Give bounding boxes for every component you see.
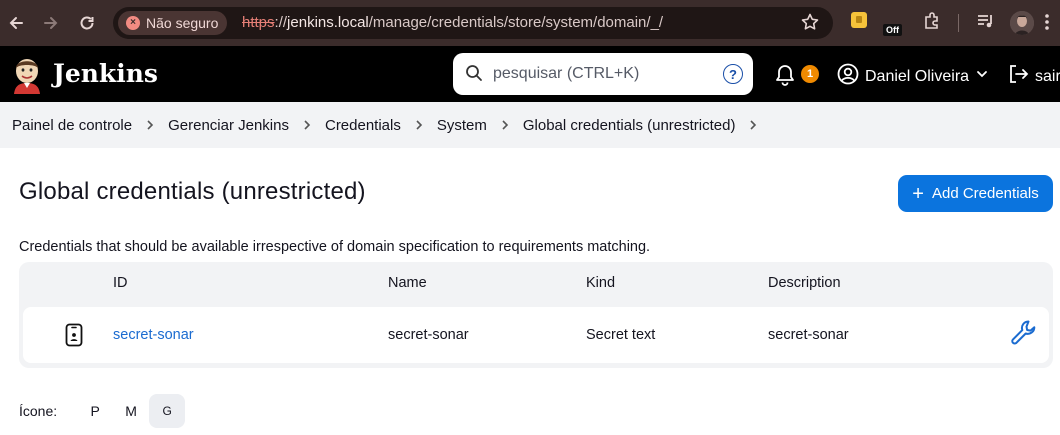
credential-description: secret-sonar bbox=[768, 327, 849, 343]
table-row: secret-sonar secret-sonar Secret text se… bbox=[23, 307, 1049, 363]
table-header: ID Name Kind Description bbox=[19, 262, 1053, 304]
extension-badge: Off bbox=[883, 24, 902, 36]
page-description: Credentials that should be available irr… bbox=[19, 239, 651, 255]
chevron-right-icon bbox=[401, 119, 437, 131]
address-bar[interactable]: × Não seguro https://jenkins.local/manag… bbox=[113, 7, 833, 39]
column-header-id[interactable]: ID bbox=[113, 275, 128, 291]
media-icon[interactable] bbox=[976, 11, 996, 36]
toolbar-divider bbox=[958, 14, 959, 32]
menu-icon[interactable] bbox=[1044, 12, 1050, 37]
user-name: Daniel Oliveira bbox=[865, 67, 970, 85]
breadcrumb: Painel de controle Gerenciar Jenkins Cre… bbox=[0, 102, 1060, 148]
user-menu[interactable]: Daniel Oliveira bbox=[837, 63, 989, 90]
wrench-icon[interactable] bbox=[1009, 318, 1039, 353]
user-icon bbox=[837, 63, 859, 90]
page-title: Global credentials (unrestricted) bbox=[19, 178, 366, 205]
secret-text-credential-icon bbox=[65, 323, 83, 352]
help-icon[interactable]: ? bbox=[723, 64, 743, 84]
jenkins-logo-icon[interactable] bbox=[10, 56, 44, 94]
search-input[interactable] bbox=[493, 61, 713, 87]
extension-icon[interactable] bbox=[850, 11, 868, 36]
chevron-down-icon bbox=[975, 67, 989, 86]
url-text: https://jenkins.local/manage/credentials… bbox=[242, 14, 663, 31]
add-credentials-button[interactable]: + Add Credentials bbox=[898, 175, 1053, 212]
url-host: jenkins.local bbox=[287, 14, 369, 31]
breadcrumb-item-credentials[interactable]: Credentials bbox=[325, 117, 401, 134]
icon-size-small[interactable]: P bbox=[77, 394, 113, 428]
icon-size-selector: Ícone: P M G bbox=[19, 394, 186, 428]
plus-icon: + bbox=[912, 182, 924, 205]
security-label: Não seguro bbox=[146, 15, 219, 31]
forward-icon[interactable] bbox=[37, 9, 65, 37]
breadcrumb-item-manage[interactable]: Gerenciar Jenkins bbox=[168, 117, 289, 134]
security-chip[interactable]: × Não seguro bbox=[118, 11, 228, 35]
url-scheme: https bbox=[242, 14, 275, 31]
logout-label: sair bbox=[1035, 67, 1060, 85]
browser-toolbar: × Não seguro https://jenkins.local/manag… bbox=[0, 0, 1060, 46]
extensions-icon[interactable] bbox=[922, 11, 942, 36]
icon-size-large[interactable]: G bbox=[149, 394, 186, 428]
credential-kind: Secret text bbox=[586, 327, 656, 343]
star-icon[interactable] bbox=[800, 12, 820, 37]
breadcrumb-item-global[interactable]: Global credentials (unrestricted) bbox=[523, 117, 736, 134]
credential-id-link[interactable]: secret-sonar bbox=[113, 327, 194, 343]
url-separator: :// bbox=[274, 14, 288, 31]
column-header-name[interactable]: Name bbox=[388, 275, 427, 291]
notifications-bell-icon[interactable] bbox=[775, 64, 795, 91]
profile-avatar[interactable] bbox=[1010, 11, 1034, 35]
logout-icon bbox=[1007, 63, 1029, 90]
icon-size-label: Ícone: bbox=[19, 403, 58, 419]
credential-name: secret-sonar bbox=[388, 327, 469, 343]
chevron-right-icon[interactable] bbox=[735, 119, 771, 131]
back-icon[interactable] bbox=[2, 9, 30, 37]
warning-icon: × bbox=[126, 16, 140, 30]
jenkins-header: Jenkins ? 1 Daniel Oliveira sair bbox=[0, 46, 1060, 102]
chevron-right-icon bbox=[132, 119, 168, 131]
credentials-table: ID Name Kind Description secret-sonar se… bbox=[19, 262, 1053, 368]
chevron-right-icon bbox=[487, 119, 523, 131]
reload-icon[interactable] bbox=[73, 9, 101, 37]
column-header-description[interactable]: Description bbox=[768, 275, 841, 291]
breadcrumb-item-system[interactable]: System bbox=[437, 117, 487, 134]
brand-name[interactable]: Jenkins bbox=[53, 59, 158, 88]
notifications-badge[interactable]: 1 bbox=[801, 65, 819, 83]
url-path: /manage/credentials/store/system/domain/… bbox=[368, 14, 664, 31]
search-icon bbox=[465, 64, 483, 87]
icon-size-medium[interactable]: M bbox=[113, 394, 149, 428]
add-credentials-label: Add Credentials bbox=[931, 185, 1039, 202]
column-header-kind[interactable]: Kind bbox=[586, 275, 615, 291]
logout-link[interactable]: sair bbox=[1007, 63, 1060, 90]
chevron-right-icon bbox=[289, 119, 325, 131]
breadcrumb-item-dashboard[interactable]: Painel de controle bbox=[12, 117, 132, 134]
search-box: ? bbox=[453, 53, 753, 95]
